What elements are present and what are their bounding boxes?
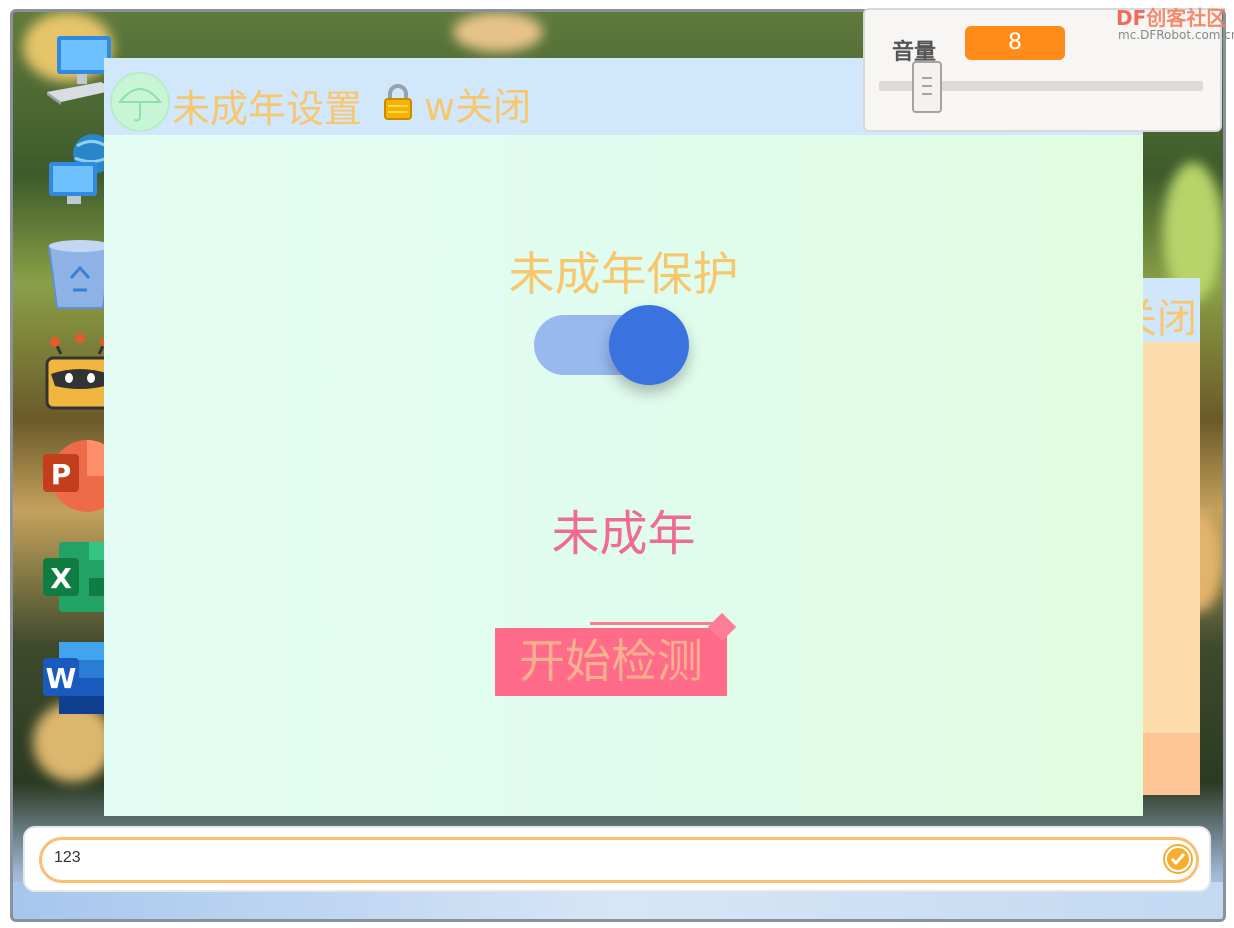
detection-status: 未成年 (551, 506, 696, 562)
answer-input-value: 123 (54, 849, 81, 866)
background-blob (453, 12, 543, 52)
svg-text:X: X (50, 562, 72, 595)
secondary-close-label[interactable]: 关闭 (1143, 286, 1197, 342)
answer-input[interactable]: 123 (39, 837, 1199, 883)
secondary-window: 关闭 (1143, 278, 1200, 795)
svg-text:W: W (46, 662, 77, 695)
protection-heading: 未成年保护 (508, 247, 739, 301)
close-button[interactable]: w关闭 (424, 76, 531, 131)
dfrobot-logo: DF创客社区 (1116, 6, 1227, 30)
volume-slider-thumb[interactable] (912, 61, 942, 113)
umbrella-icon (110, 72, 170, 132)
svg-text:P: P (51, 458, 72, 491)
lock-icon[interactable] (382, 84, 414, 120)
secondary-window-titlebar: 关闭 (1143, 278, 1200, 342)
secondary-window-footer (1143, 733, 1200, 795)
window-title: 未成年设置 (172, 87, 363, 131)
volume-value: 8 (965, 26, 1065, 60)
minor-settings-window: 未成年设置 w关闭 未成年保护 未成年 开始检测 (104, 58, 1143, 816)
answer-bar: 123 (23, 826, 1211, 892)
submit-check-icon[interactable] (1163, 844, 1193, 874)
protection-toggle-knob[interactable] (609, 305, 689, 385)
button-decoration (590, 622, 718, 625)
start-detection-button[interactable]: 开始检测 (495, 628, 727, 696)
dfrobot-url: mc.DFRobot.com.cn (1118, 28, 1234, 42)
